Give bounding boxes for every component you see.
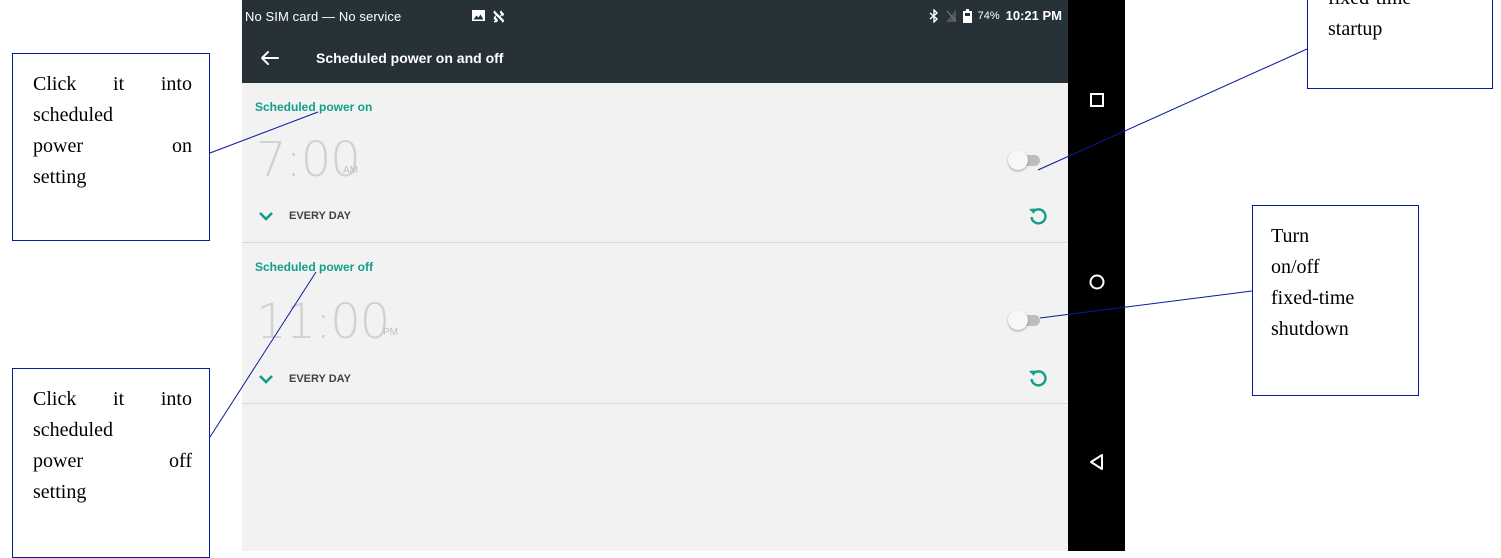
reset-icon[interactable] — [1027, 205, 1049, 227]
callout-startup: fixed-time startup — [1307, 0, 1493, 89]
callout-word: it — [113, 388, 125, 410]
section-divider — [242, 242, 1068, 243]
toggle-thumb — [1008, 310, 1028, 330]
circle-home-icon[interactable] — [1086, 271, 1108, 293]
callout-word: Click — [33, 388, 77, 410]
bluetooth-icon — [929, 8, 938, 23]
triangle-back-icon[interactable] — [1086, 451, 1108, 473]
app-toolbar: Scheduled power on and off — [242, 33, 1068, 83]
n-notification-icon: ℵ — [493, 9, 505, 26]
callout-word: setting — [33, 481, 87, 503]
toggle-thumb — [1008, 150, 1028, 170]
callout-shutdown: Turn on/off fixed-time shutdown — [1252, 205, 1419, 396]
power-on-time[interactable]: 7:00 — [256, 132, 361, 188]
phone-screen: No SIM card — No service ℵ 74% 10:21 PM — [242, 0, 1068, 551]
callout-word: into — [160, 73, 192, 95]
callout-word: off — [169, 450, 192, 472]
reset-icon[interactable] — [1027, 367, 1049, 389]
callout-power-on-setting: Click it into scheduled power on setting — [12, 53, 210, 241]
power-on-repeat-label: EVERY DAY — [289, 210, 351, 222]
callout-word: power — [33, 135, 83, 157]
power-on-toggle[interactable] — [1008, 148, 1044, 172]
power-off-repeat-row[interactable]: EVERY DAY — [258, 369, 351, 389]
battery-icon — [962, 8, 972, 23]
battery-percent: 74% — [977, 9, 1000, 22]
power-on-ampm: AM — [343, 165, 358, 176]
chevron-down-icon[interactable] — [258, 373, 274, 385]
power-off-repeat-label: EVERY DAY — [289, 373, 351, 385]
callout-line: on/off — [1271, 256, 1320, 278]
back-arrow-icon[interactable] — [258, 45, 284, 71]
power-off-time[interactable]: 11:00 — [256, 294, 390, 350]
callout-line: shutdown — [1271, 318, 1349, 340]
callout-word: scheduled — [33, 419, 113, 441]
callout-word: power — [33, 450, 83, 472]
clock: 10:21 PM — [1005, 8, 1062, 23]
callout-word: it — [113, 73, 125, 95]
callout-word: on — [172, 135, 192, 157]
power-off-toggle[interactable] — [1008, 308, 1044, 332]
square-recents-icon[interactable] — [1086, 89, 1108, 111]
section-divider — [242, 403, 1068, 404]
callout-word: Click — [33, 73, 77, 95]
callout-line: startup — [1328, 18, 1383, 40]
page-title: Scheduled power on and off — [316, 50, 504, 66]
sim-status-text: No SIM card — No service — [245, 9, 402, 24]
status-bar: No SIM card — No service ℵ 74% 10:21 PM — [242, 0, 1068, 33]
no-signal-icon — [945, 9, 957, 22]
callout-line: fixed-time — [1271, 287, 1355, 309]
power-on-section-title[interactable]: Scheduled power on — [255, 100, 372, 114]
navigation-bar — [1068, 0, 1125, 551]
power-off-section-title[interactable]: Scheduled power off — [255, 260, 373, 274]
callout-word: into — [160, 388, 192, 410]
callout-power-off-setting: Click it into scheduled power off settin… — [12, 368, 210, 558]
power-off-ampm: PM — [383, 327, 398, 338]
power-on-repeat-row[interactable]: EVERY DAY — [258, 206, 351, 226]
callout-line: Turn — [1271, 225, 1310, 247]
image-icon — [472, 10, 485, 21]
callout-word: scheduled — [33, 104, 113, 126]
callout-word: setting — [33, 166, 87, 188]
callout-line: fixed-time — [1328, 0, 1492, 14]
chevron-down-icon[interactable] — [258, 210, 274, 222]
